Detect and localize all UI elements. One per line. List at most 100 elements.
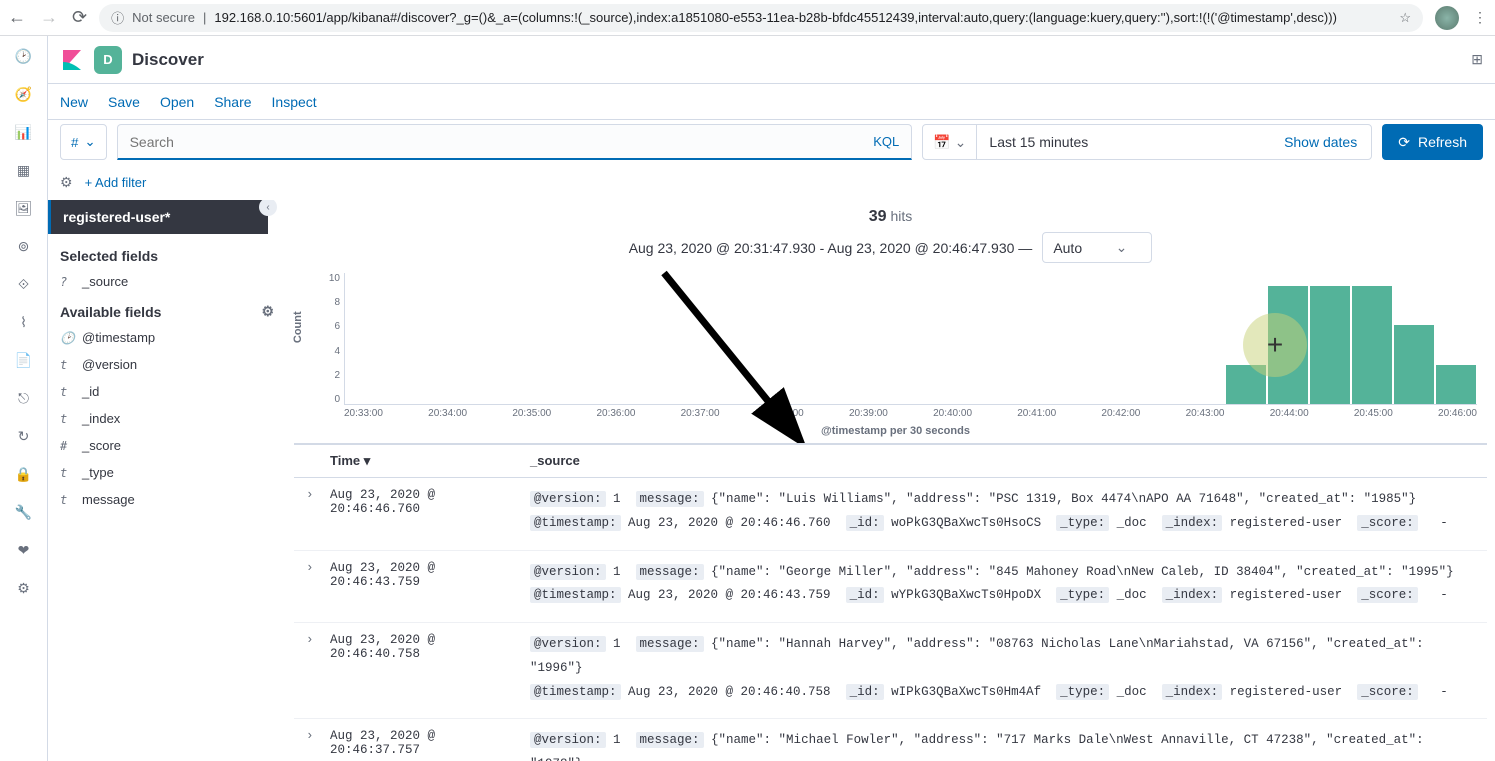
filter-row: ⚙ + Add filter bbox=[48, 164, 1495, 200]
refresh-button[interactable]: ⟳Refresh bbox=[1382, 124, 1483, 160]
forward-icon[interactable]: → bbox=[40, 7, 58, 28]
nav-discover-icon[interactable]: 🧭 bbox=[12, 82, 36, 106]
show-dates-link[interactable]: Show dates bbox=[1270, 134, 1371, 150]
nav-recent-icon[interactable]: 🕑 bbox=[12, 44, 36, 68]
filter-lang-button[interactable]: #⌄ bbox=[60, 124, 107, 160]
refresh-label: Refresh bbox=[1418, 134, 1467, 150]
col-source-header[interactable]: _source bbox=[530, 453, 1475, 469]
chart-plot bbox=[344, 273, 1477, 405]
field-type-icon: t bbox=[60, 412, 74, 426]
field-type-icon: t bbox=[60, 493, 74, 507]
expand-toggle-icon[interactable]: › bbox=[306, 729, 330, 761]
nav-dashboard-icon[interactable]: ▦ bbox=[12, 158, 36, 182]
field-name: _source bbox=[82, 274, 128, 289]
field-item[interactable]: 🕑@timestamp bbox=[48, 324, 286, 351]
nav-maps-icon[interactable]: ⊚ bbox=[12, 234, 36, 258]
not-secure-label: Not secure bbox=[132, 10, 195, 25]
chart-bars bbox=[345, 273, 1477, 404]
header-actions-icon[interactable]: ⊞ bbox=[1471, 51, 1483, 68]
nav-metrics-icon[interactable]: ⌇ bbox=[12, 310, 36, 334]
col-time-header[interactable]: Time ▾ bbox=[330, 453, 530, 469]
field-item[interactable]: # _score bbox=[48, 432, 286, 459]
nav-canvas-icon[interactable]: 🖼 bbox=[12, 196, 36, 220]
source-cell: @version: 1 message: {"name": "George Mi… bbox=[530, 561, 1475, 609]
chart-y-label: Count bbox=[292, 311, 304, 343]
results-pane: 39 hits Aug 23, 2020 @ 20:31:47.930 - Au… bbox=[286, 200, 1495, 761]
gear-icon[interactable]: ⚙ bbox=[60, 174, 73, 191]
gear-icon[interactable]: ⚙ bbox=[261, 303, 274, 320]
reload-icon[interactable]: ⟳ bbox=[72, 7, 87, 28]
avatar[interactable] bbox=[1435, 6, 1459, 30]
menu-new[interactable]: New bbox=[60, 94, 88, 110]
search-box[interactable]: KQL bbox=[117, 124, 913, 160]
field-name: _score bbox=[82, 438, 121, 453]
table-body: ›Aug 23, 2020 @ 20:46:46.760@version: 1 … bbox=[294, 478, 1487, 761]
menu-inspect[interactable]: Inspect bbox=[272, 94, 317, 110]
expand-toggle-icon[interactable]: › bbox=[306, 488, 330, 536]
field-type-icon: # bbox=[60, 439, 74, 453]
table-row[interactable]: ›Aug 23, 2020 @ 20:46:37.757@version: 1 … bbox=[294, 719, 1487, 761]
nav-monitor-icon[interactable]: ❤ bbox=[12, 538, 36, 562]
field-type-icon: t bbox=[60, 358, 74, 372]
nav-dev-icon[interactable]: 🔧 bbox=[12, 500, 36, 524]
back-icon[interactable]: ← bbox=[8, 7, 26, 28]
search-input[interactable] bbox=[130, 134, 874, 150]
interval-select[interactable]: Auto ⌄ bbox=[1042, 232, 1152, 263]
nav-uptime-icon[interactable]: ↻ bbox=[12, 424, 36, 448]
expand-toggle-icon[interactable]: › bbox=[306, 633, 330, 704]
top-menu: New Save Open Share Inspect bbox=[48, 84, 1495, 120]
menu-save[interactable]: Save bbox=[108, 94, 140, 110]
url-bar[interactable]: ⓘ Not secure | 192.168.0.10:5601/app/kib… bbox=[99, 4, 1423, 32]
field-item[interactable]: t@version bbox=[48, 351, 286, 378]
app-header: D Discover ⊞ bbox=[48, 36, 1495, 84]
field-type-icon: t bbox=[60, 466, 74, 480]
space-badge[interactable]: D bbox=[94, 46, 122, 74]
table-row[interactable]: ›Aug 23, 2020 @ 20:46:40.758@version: 1 … bbox=[294, 623, 1487, 719]
source-cell: @version: 1 message: {"name": "Michael F… bbox=[530, 729, 1475, 761]
table-header: Time ▾ _source bbox=[294, 445, 1487, 478]
collapse-sidebar-icon[interactable]: ‹ bbox=[259, 200, 277, 216]
field-item[interactable]: ? _source bbox=[48, 268, 286, 295]
date-range-text: Last 15 minutes bbox=[977, 134, 1270, 150]
nav-visualize-icon[interactable]: 📊 bbox=[12, 120, 36, 144]
chart-x-ticks: 20:33:0020:34:0020:35:0020:36:0020:37:00… bbox=[344, 408, 1477, 419]
field-name: _id bbox=[82, 384, 99, 399]
nav-ml-icon[interactable]: ⟐ bbox=[12, 272, 36, 296]
zoom-marker: + bbox=[1243, 313, 1307, 377]
field-type-icon: 🕑 bbox=[60, 331, 74, 345]
star-icon[interactable]: ☆ bbox=[1399, 10, 1411, 26]
field-name: message bbox=[82, 492, 135, 507]
nav-mgmt-icon[interactable]: ⚙ bbox=[12, 576, 36, 600]
add-filter-link[interactable]: + Add filter bbox=[85, 175, 147, 190]
menu-share[interactable]: Share bbox=[214, 94, 251, 110]
index-pattern-selector[interactable]: registered-user* bbox=[48, 200, 268, 234]
field-name: _index bbox=[82, 411, 120, 426]
field-item[interactable]: t _index bbox=[48, 405, 286, 432]
nav-logs-icon[interactable]: 📄 bbox=[12, 348, 36, 372]
kql-label[interactable]: KQL bbox=[873, 134, 899, 149]
menu-open[interactable]: Open bbox=[160, 94, 194, 110]
selected-fields-list: ? _source bbox=[48, 268, 286, 295]
expand-toggle-icon[interactable]: › bbox=[306, 561, 330, 609]
table-row[interactable]: ›Aug 23, 2020 @ 20:46:46.760@version: 1 … bbox=[294, 478, 1487, 551]
interval-value: Auto bbox=[1053, 240, 1082, 256]
field-type-icon: ? bbox=[60, 275, 74, 289]
calendar-icon[interactable]: 📅 ⌄ bbox=[923, 125, 977, 159]
url-text: 192.168.0.10:5601/app/kibana#/discover?_… bbox=[214, 10, 1391, 25]
histogram-chart[interactable]: Count 1086420 20:33:0020:34:0020:35:0020… bbox=[314, 273, 1477, 433]
nav-apm-icon[interactable]: ⎋ bbox=[12, 386, 36, 410]
nav-siem-icon[interactable]: 🔒 bbox=[12, 462, 36, 486]
time-cell: Aug 23, 2020 @ 20:46:43.759 bbox=[330, 561, 530, 609]
field-item[interactable]: t message bbox=[48, 486, 286, 513]
field-item[interactable]: t_type bbox=[48, 459, 286, 486]
time-range-text: Aug 23, 2020 @ 20:31:47.930 - Aug 23, 20… bbox=[629, 240, 1033, 256]
chart-y-ticks: 1086420 bbox=[318, 273, 340, 405]
field-type-icon: t bbox=[60, 385, 74, 399]
date-picker[interactable]: 📅 ⌄ Last 15 minutes Show dates bbox=[922, 124, 1372, 160]
chevron-down-icon: ⌄ bbox=[955, 134, 967, 151]
table-row[interactable]: ›Aug 23, 2020 @ 20:46:43.759@version: 1 … bbox=[294, 551, 1487, 624]
field-item[interactable]: t _id bbox=[48, 378, 286, 405]
time-cell: Aug 23, 2020 @ 20:46:37.757 bbox=[330, 729, 530, 761]
nav-arrows: ← → ⟳ bbox=[8, 7, 87, 28]
menu-icon[interactable]: ⋮ bbox=[1473, 9, 1487, 26]
